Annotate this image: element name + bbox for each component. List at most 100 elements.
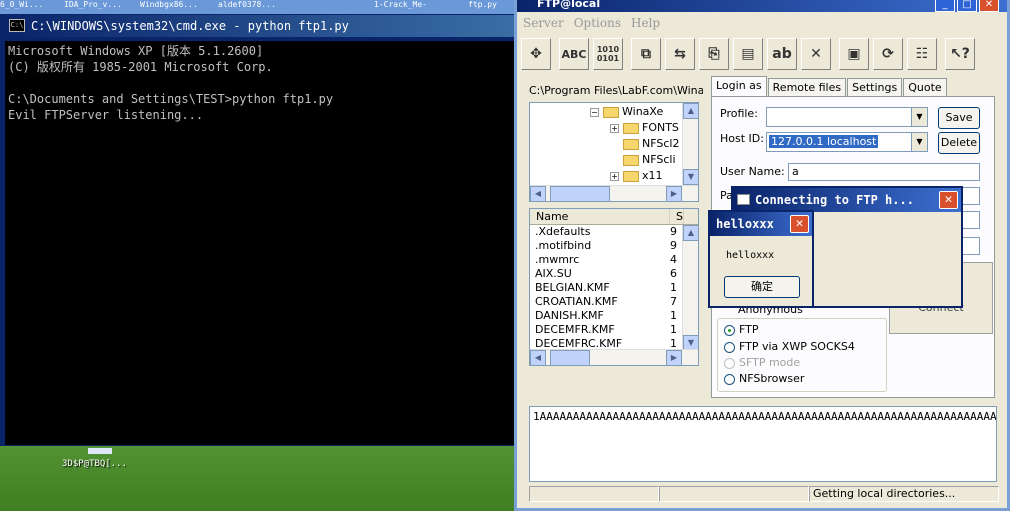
- folder-tree[interactable]: − WinaXe + FONTS NFScl2 NFScli + x11 ▲ ▼ ◀ …: [529, 102, 699, 202]
- binary-mode-button[interactable]: 1010 0101: [593, 38, 623, 70]
- folder-icon: [623, 138, 639, 150]
- task-item[interactable]: aldef0378...: [218, 0, 276, 10]
- local-file-list[interactable]: Name S .Xdefaults 9 .motifbind 9 .mwmrc 4 A…: [529, 208, 699, 366]
- folder-icon: [623, 154, 639, 166]
- radio-ftp-socks[interactable]: FTP via XWP SOCKS4: [724, 340, 855, 353]
- username-label: User Name:: [720, 165, 785, 178]
- cmd-titlebar[interactable]: C:\ C:\WINDOWS\system32\cmd.exe - python…: [1, 15, 517, 37]
- tab-remote-files[interactable]: Remote files: [767, 78, 847, 96]
- tree-hscrollbar[interactable]: ◀ ▶: [530, 185, 698, 201]
- tab-settings[interactable]: Settings: [847, 78, 903, 96]
- paste-icon[interactable]: ⎘: [699, 38, 729, 70]
- tab-login-as[interactable]: Login as: [711, 76, 767, 96]
- radio-icon[interactable]: [724, 341, 735, 353]
- column-name[interactable]: Name: [530, 209, 670, 224]
- expand-icon[interactable]: +: [610, 123, 619, 133]
- scroll-thumb[interactable]: [550, 186, 610, 201]
- scroll-right-icon[interactable]: ▶: [666, 186, 682, 201]
- cmd-console[interactable]: Microsoft Windows XP [版本 5.1.2600] (C) 版权…: [5, 41, 515, 445]
- maximize-button[interactable]: □: [957, 0, 977, 12]
- host-combo[interactable]: 127.0.0.1 localhost ▼: [766, 132, 928, 152]
- desktop-icon[interactable]: [88, 448, 112, 454]
- hello-title-text: helloxxx: [716, 217, 774, 231]
- radio-sftp: SFTP mode: [724, 356, 800, 369]
- menu-options[interactable]: Options: [574, 16, 621, 34]
- hello-dialog: helloxxx ✕ helloxxx 确定: [708, 210, 814, 308]
- radio-ftp[interactable]: FTP: [724, 323, 759, 336]
- scroll-right-icon[interactable]: ▶: [666, 350, 682, 365]
- tree-item[interactable]: NFScl2: [623, 137, 679, 150]
- console-line: ​: [8, 75, 512, 91]
- delete-icon[interactable]: ✕: [801, 38, 831, 70]
- collapse-icon[interactable]: −: [590, 107, 599, 117]
- profile-combo[interactable]: ▼: [766, 107, 928, 127]
- binary-label: 1010 0101: [596, 45, 620, 63]
- radio-nfs[interactable]: NFSbrowser: [724, 372, 804, 385]
- refresh-icon[interactable]: ⟳: [873, 38, 903, 70]
- scroll-left-icon[interactable]: ◀: [530, 186, 546, 201]
- close-icon[interactable]: ✕: [939, 191, 958, 209]
- hello-titlebar[interactable]: helloxxx ✕: [710, 212, 812, 236]
- help-icon[interactable]: ↖?: [945, 38, 975, 70]
- delete-button[interactable]: Delete: [938, 132, 980, 154]
- ok-button[interactable]: 确定: [724, 276, 800, 298]
- scroll-up-icon[interactable]: ▲: [683, 103, 698, 119]
- log-output[interactable]: 1AAAAAAAAAAAAAAAAAAAAAAAAAAAAAAAAAAAAAAA…: [529, 406, 997, 482]
- column-size[interactable]: S: [670, 209, 684, 224]
- tree-item[interactable]: + x11: [610, 169, 663, 182]
- scroll-left-icon[interactable]: ◀: [530, 350, 546, 365]
- expand-icon[interactable]: +: [610, 171, 619, 181]
- tree-item[interactable]: − WinaXe: [590, 105, 663, 118]
- tree-item[interactable]: + FONTS: [610, 121, 679, 134]
- file-list-header: Name S: [530, 209, 698, 225]
- file-row[interactable]: .mwmrc 4: [530, 253, 698, 267]
- file-row[interactable]: DECEMFR.KMF 1: [530, 323, 698, 337]
- scroll-down-icon[interactable]: ▼: [683, 169, 698, 185]
- file-list-vscrollbar[interactable]: ▲ ▼: [682, 225, 698, 351]
- rename-icon[interactable]: ab: [767, 38, 797, 70]
- task-item[interactable]: 6_0_Wi...: [0, 0, 43, 10]
- file-name: DECEMFR.KMF: [535, 323, 615, 336]
- close-button[interactable]: ✕: [979, 0, 999, 12]
- tree-item[interactable]: NFScli: [623, 153, 676, 166]
- tab-quote[interactable]: Quote: [903, 78, 947, 96]
- username-input[interactable]: a: [788, 163, 980, 181]
- menu-help[interactable]: Help: [631, 16, 660, 34]
- copy-icon[interactable]: ⧉: [631, 38, 661, 70]
- file-row[interactable]: .motifbind 9: [530, 239, 698, 253]
- task-item[interactable]: IDA_Pro_v...: [64, 0, 122, 10]
- file-row[interactable]: DANISH.KMF 1: [530, 309, 698, 323]
- cmd-icon: C:\: [9, 19, 25, 32]
- properties-icon[interactable]: ☷: [907, 38, 937, 70]
- ftp-titlebar[interactable]: FTP@local: [517, 0, 1007, 12]
- view-icon[interactable]: ▤: [733, 38, 763, 70]
- disconnect-icon[interactable]: ✥: [521, 38, 551, 70]
- scroll-thumb[interactable]: [550, 350, 590, 365]
- radio-selected-icon[interactable]: [724, 324, 735, 336]
- file-row[interactable]: .Xdefaults 9: [530, 225, 698, 239]
- scroll-up-icon[interactable]: ▲: [683, 225, 698, 241]
- file-list-hscrollbar[interactable]: ◀ ▶: [530, 349, 698, 365]
- save-button[interactable]: Save: [938, 107, 980, 129]
- task-item[interactable]: Windbgx86...: [140, 0, 198, 10]
- save-icon[interactable]: ▣: [839, 38, 869, 70]
- ftp-title-text: FTP@local: [537, 0, 601, 10]
- file-row[interactable]: BELGIAN.KMF 1: [530, 281, 698, 295]
- desktop-icon-label[interactable]: 3D$P@TBQ[...: [62, 459, 127, 469]
- file-row[interactable]: CROATIAN.KMF 7: [530, 295, 698, 309]
- minimize-button[interactable]: _: [935, 0, 955, 12]
- radio-icon: [724, 357, 735, 369]
- tree-label: FONTS: [642, 121, 679, 134]
- transfer-icon[interactable]: ⇆: [665, 38, 695, 70]
- chevron-down-icon[interactable]: ▼: [911, 133, 927, 151]
- chevron-down-icon[interactable]: ▼: [911, 108, 927, 126]
- connecting-titlebar[interactable]: Connecting to FTP h... ✕: [733, 188, 961, 212]
- task-item[interactable]: ftp.py: [468, 0, 497, 10]
- menu-server[interactable]: Server: [523, 16, 564, 34]
- close-icon[interactable]: ✕: [790, 215, 809, 233]
- window-icon: [737, 194, 750, 205]
- task-item[interactable]: 1-Crack_Me-: [374, 0, 427, 10]
- ascii-mode-button[interactable]: ABC: [559, 38, 589, 70]
- file-row[interactable]: AIX.SU 6: [530, 267, 698, 281]
- radio-icon[interactable]: [724, 373, 735, 385]
